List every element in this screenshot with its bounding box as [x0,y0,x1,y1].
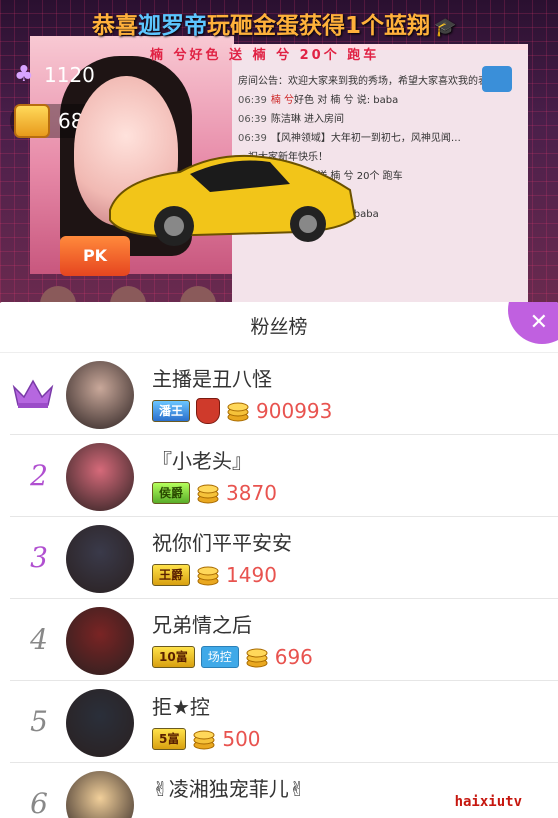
viewer-count: ♣ 1120 [14,60,95,90]
chat-time: 06:39 [238,114,267,125]
chat-line: 06:39 陈洁琳 进入房间 [232,110,528,129]
rank-number: 2 [30,459,48,492]
fan-row[interactable]: 3 祝你们平平安安 王爵 1490 [10,517,558,599]
audience-avatar-strip [40,286,216,303]
avatar[interactable] [66,607,134,675]
contribution-amount: 3870 [226,481,277,505]
marquee-text: 恭喜 [92,13,138,39]
fan-meta: 侯爵 3870 [152,481,277,505]
contribution-amount: 696 [274,645,313,669]
close-icon[interactable]: ✕ [530,310,548,336]
contribution-amount: 900993 [256,399,333,423]
marquee-user: 迦罗帝 [138,13,207,39]
rank-badge: 王爵 [152,564,191,586]
activity-icon[interactable] [482,66,512,92]
live-stream-view: PK 房间公告：欢迎大家来到我的秀场，希望大家喜欢我的表演~ 06:39 楠 兮好色… [0,0,558,303]
chat-time: 06:39 [238,95,267,106]
chat-text: 好色 对 楠 兮 说: baba [294,95,399,106]
rank-number: 4 [30,623,48,656]
avatar[interactable] [66,771,134,818]
rank-badge: 侯爵 [152,482,191,504]
fan-name: ✌凌湘独宠菲儿✌ [152,777,306,801]
coin-stack-icon [197,566,219,586]
fan-meta: 王爵 1490 [152,563,277,587]
chat-user[interactable]: 楠 兮 [271,95,294,106]
fan-name: 拒★控 [152,695,210,719]
avatar[interactable] [66,689,134,757]
fan-name: 『小老头』 [152,449,252,473]
fan-meta: 5富 500 [152,727,261,751]
contribution-amount: 1490 [226,563,277,587]
rank-number: 3 [30,541,48,574]
watermark: haixiutv [454,794,522,810]
fan-list: 主播是丑八怪 潘王 900993 2 『小老头』侯爵 3870 3 祝你们平平安安 王爵 1490… [0,353,558,818]
rank-badge: 潘王 [152,400,191,422]
viewer-icon: ♣ [14,62,34,87]
fans-ranking-sheet: 粉丝榜 ✕ 主播是丑八怪 潘王 900993 2 『小老头』侯爵 3870 3 祝你们平平安安… [0,302,558,818]
coin-stack-icon [246,648,268,668]
audience-avatar[interactable] [180,286,216,303]
viewer-count-value: 1120 [44,63,95,87]
sheet-header: 粉丝榜 ✕ [0,302,558,353]
coin-stack-icon [197,484,219,504]
gift-banner: 楠 兮好色 送 楠 兮 20个 跑车 [150,48,380,63]
avatar[interactable] [66,525,134,593]
fan-meta: 10富 场控 696 [152,645,313,669]
contribution-amount: 500 [222,727,261,751]
sports-car-gift [109,154,357,246]
chat-text: 陈洁琳 进入房间 [270,114,345,125]
rank-badge: 10富 [152,646,195,668]
treasure-chest-icon [14,104,50,138]
coin-stack-icon [193,730,215,750]
avatar[interactable] [66,361,134,429]
sheet-title: 粉丝榜 [250,316,308,338]
gift-marquee: 恭喜迦罗帝玩砸金蛋获得1个蓝翔 🎓 [92,6,534,42]
fan-row[interactable]: 5 拒★控 5富 500 [10,681,558,763]
fan-name: 兄弟情之后 [152,613,252,637]
rank-badge: 5富 [152,728,187,750]
hat-icon: 🎓 [434,17,457,38]
rank-number: 5 [30,705,48,738]
audience-avatar[interactable] [40,286,76,303]
fan-row[interactable]: 4 兄弟情之后 10富 场控 696 [10,599,558,681]
fan-row[interactable]: 主播是丑八怪 潘王 900993 [10,353,558,435]
fan-meta: 潘王 900993 [152,398,333,424]
rank-number: 6 [30,787,48,818]
coin-stack-icon [227,402,249,422]
audience-avatar[interactable] [110,286,146,303]
fan-row[interactable]: 2 『小老头』侯爵 3870 [10,435,558,517]
chat-line: 06:39 楠 兮好色 对 楠 兮 说: baba [232,91,528,110]
crown-icon [12,379,54,408]
avatar[interactable] [66,443,134,511]
room-manager-badge: 场控 [200,646,239,668]
fan-name: 主播是丑八怪 [152,367,272,391]
guard-shield-icon [196,398,221,424]
fan-name: 祝你们平平安安 [152,531,292,555]
chat-text: 房间公告：欢迎大家来到我的秀场，希望大家喜欢我的表演~ [238,76,507,87]
marquee-text: 玩砸金蛋获得1个蓝翔 [207,13,431,39]
